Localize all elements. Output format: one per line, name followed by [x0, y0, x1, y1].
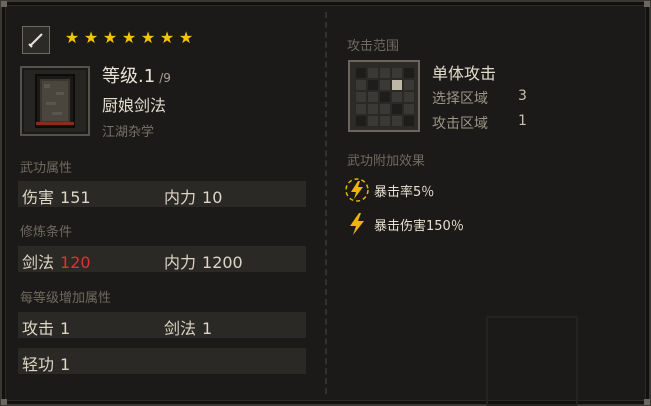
attribute-name: 内力	[164, 188, 197, 207]
skill-level: 等级.1/9	[102, 62, 171, 88]
level-max: /9	[159, 71, 171, 85]
select-area: 选择区域 3	[432, 88, 527, 108]
level-text: 等级.1	[102, 66, 156, 87]
attack-area-value: 1	[518, 113, 527, 129]
grid-cell	[391, 115, 403, 127]
rarity-stars: ★ ★ ★ ★ ★ ★ ★	[64, 29, 194, 47]
range-grid	[355, 67, 415, 127]
range-grid-icon	[348, 60, 420, 132]
grid-cell	[403, 115, 415, 127]
per-level-name: 剑法	[164, 319, 197, 338]
requirement-sword: 剑法 120	[22, 249, 91, 273]
star-icon: ★	[159, 28, 175, 47]
per-level-label: 每等级增加属性	[20, 291, 112, 306]
grid-cell-selected	[391, 79, 403, 91]
select-area-label: 选择区域	[432, 91, 488, 107]
sword-type-icon[interactable]	[22, 26, 50, 54]
attribute-damage: 伤害 151	[22, 184, 91, 208]
per-level-agility: 轻功 1	[22, 351, 70, 375]
attack-area-label: 攻击区域	[432, 116, 488, 132]
empty-slot-frame	[486, 316, 578, 406]
grid-cell	[391, 67, 403, 79]
select-area-value: 3	[518, 88, 527, 104]
grid-cell	[403, 103, 415, 115]
star-icon: ★	[64, 28, 80, 47]
attribute-value: 10	[202, 188, 223, 207]
grid-cell	[367, 115, 379, 127]
grid-cell	[355, 79, 367, 91]
grid-cell	[403, 67, 415, 79]
per-level-value: 1	[202, 319, 213, 338]
grid-cell	[355, 91, 367, 103]
skill-category: 江湖杂学	[102, 125, 155, 140]
panel-corner	[644, 1, 650, 7]
effect-text: 暴击率5％	[374, 184, 435, 200]
grid-cell	[391, 91, 403, 103]
per-level-value: 1	[60, 319, 71, 338]
grid-cell	[379, 103, 391, 115]
attribute-name: 伤害	[22, 188, 55, 207]
effect-text: 暴击伤害150％	[374, 218, 464, 234]
lightning-icon	[345, 178, 369, 202]
per-level-value: 1	[60, 355, 71, 374]
grid-cell	[379, 91, 391, 103]
panel-corner	[644, 399, 650, 405]
attack-type: 单体攻击	[432, 64, 497, 83]
book-icon	[35, 74, 75, 128]
per-level-row: 攻击 1 剑法 1	[18, 312, 306, 338]
requirements-label: 修炼条件	[20, 225, 73, 240]
skill-name: 厨娘剑法	[102, 96, 167, 115]
grid-cell	[355, 103, 367, 115]
star-icon: ★	[178, 28, 194, 47]
requirement-name: 剑法	[22, 253, 55, 272]
star-icon: ★	[140, 28, 156, 47]
grid-cell	[367, 79, 379, 91]
per-level-name: 轻功	[22, 355, 55, 374]
attributes-label: 武功属性	[20, 161, 73, 176]
per-level-name: 攻击	[22, 319, 55, 338]
star-icon: ★	[121, 28, 137, 47]
requirement-name: 内力	[164, 253, 197, 272]
requirement-inner-force: 内力 1200	[164, 249, 243, 273]
grid-cell	[379, 67, 391, 79]
attribute-value: 151	[60, 188, 91, 207]
grid-cell	[391, 103, 403, 115]
attack-range-label: 攻击范围	[347, 39, 400, 54]
grid-cell	[367, 91, 379, 103]
grid-cell	[367, 67, 379, 79]
effect-crit-rate: 暴击率5％	[344, 177, 434, 203]
panel-corner	[1, 399, 7, 405]
per-level-attack: 攻击 1	[22, 315, 70, 339]
requirements-row: 剑法 120 内力 1200	[18, 246, 306, 272]
attack-area: 攻击区域 1	[432, 113, 527, 133]
lightning-icon	[350, 213, 364, 235]
attributes-row: 伤害 151 内力 10	[18, 181, 306, 207]
effect-crit-damage: 暴击伤害150％	[344, 211, 464, 237]
star-icon: ★	[102, 28, 118, 47]
grid-cell	[403, 91, 415, 103]
star-icon: ★	[83, 28, 99, 47]
grid-cell	[355, 67, 367, 79]
grid-cell	[355, 115, 367, 127]
per-level-sword: 剑法 1	[164, 315, 212, 339]
attribute-inner-force: 内力 10	[164, 184, 222, 208]
sword-icon	[28, 33, 43, 48]
skill-book-slot[interactable]	[20, 66, 90, 136]
grid-cell	[403, 79, 415, 91]
effects-label: 武功附加效果	[347, 154, 426, 169]
panel-corner	[1, 1, 7, 7]
grid-cell	[379, 79, 391, 91]
requirement-value: 1200	[202, 253, 243, 272]
column-divider	[325, 12, 327, 394]
grid-cell	[367, 103, 379, 115]
per-level-row: 轻功 1	[18, 348, 306, 374]
grid-cell	[379, 115, 391, 127]
requirement-value: 120	[60, 253, 91, 272]
